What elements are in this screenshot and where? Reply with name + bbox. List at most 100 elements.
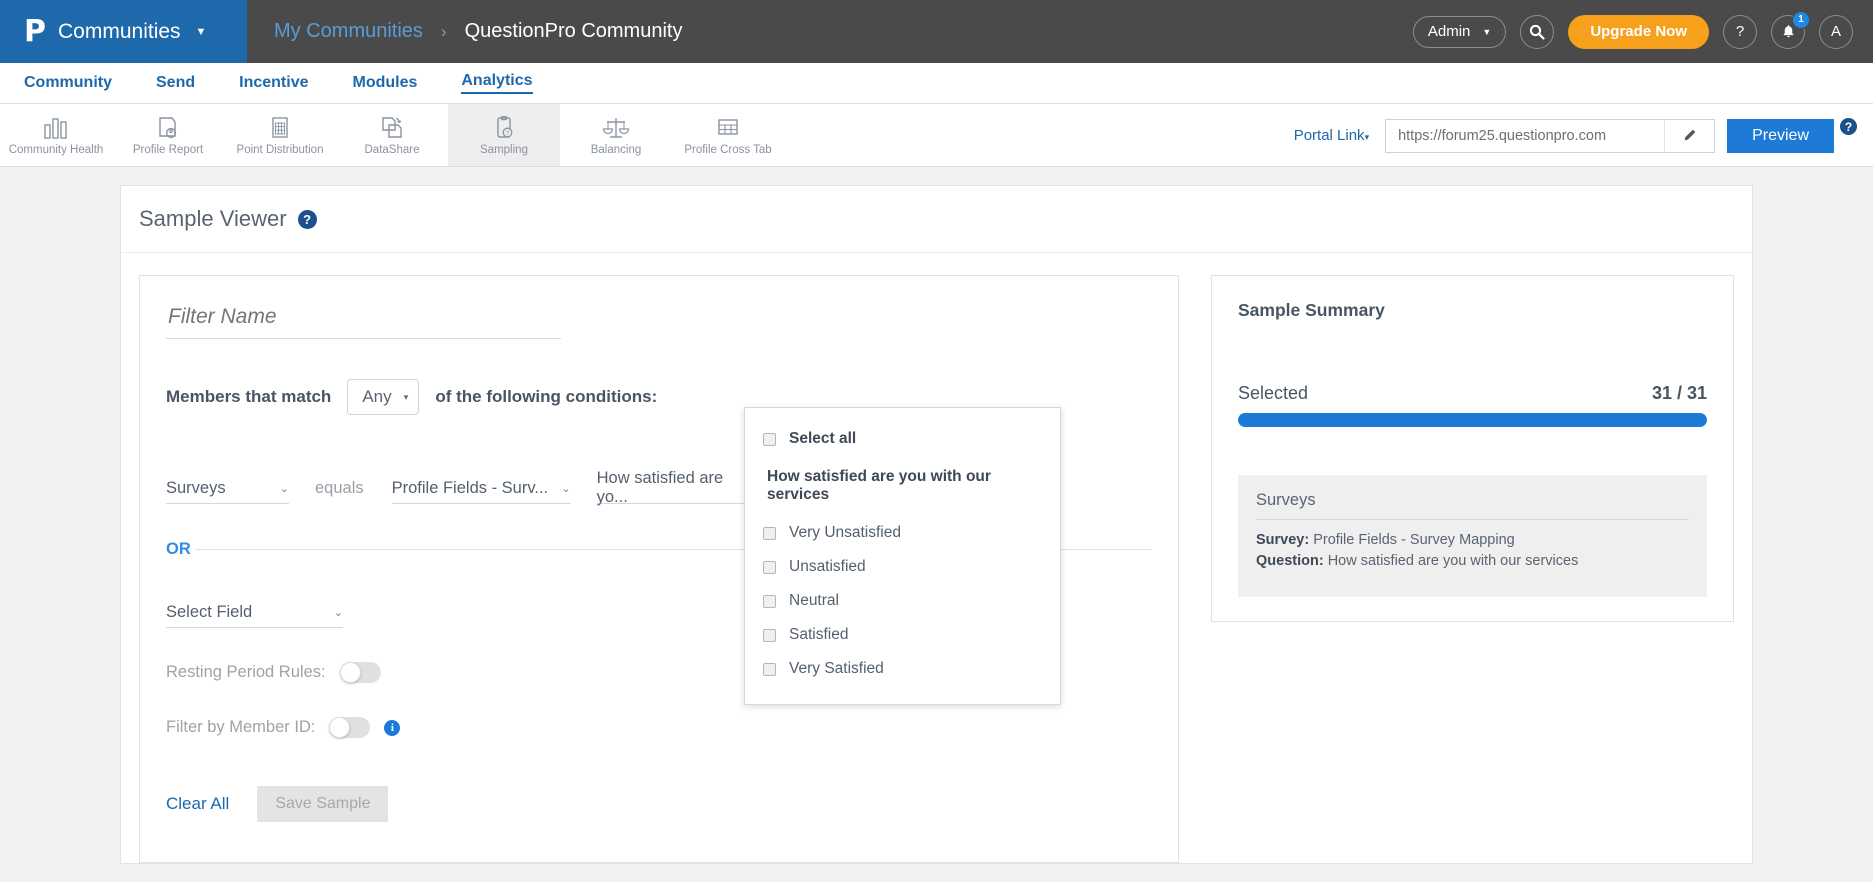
select-all-label: Select all [789,430,857,447]
option-label: Unsatisfied [789,558,866,575]
sample-summary-column: Sample Summary Selected 31 / 31 Surveys … [1211,275,1734,863]
resting-period-toggle[interactable] [339,662,381,683]
checkbox-icon[interactable] [763,594,776,608]
dropdown-select-all[interactable]: Select all [745,422,1060,456]
summary-title: Sample Summary [1238,300,1385,320]
nav-item-analytics[interactable]: Analytics [461,72,533,94]
upgrade-now-button[interactable]: Upgrade Now [1568,14,1709,49]
avatar[interactable]: A [1819,14,1853,49]
clear-all-button[interactable]: Clear All [166,794,229,814]
checkbox-icon[interactable] [763,662,776,676]
chevron-down-icon: ▾ [403,391,409,402]
tool-balancing[interactable]: Balancing [560,104,672,166]
question-detail-label: Question: [1256,552,1324,569]
sample-summary: Sample Summary Selected 31 / 31 Surveys … [1212,276,1733,621]
question-detail-value: How satisfied are you with our services [1327,552,1579,569]
toggle-knob [329,717,351,738]
sample-summary-panel: Sample Summary Selected 31 / 31 Surveys … [1211,275,1734,623]
spreadsheet-icon [272,116,288,138]
notifications-button[interactable]: 1 [1771,10,1810,49]
admin-menu[interactable]: Admin ▼ [1412,15,1507,48]
survey-detail-line: Survey: Profile Fields - Survey Mapping [1256,531,1689,551]
member-id-toggle[interactable] [329,717,371,738]
tool-label: Profile Cross Tab [684,143,772,156]
condition-survey-select[interactable]: Profile Fields - Surv... ⌄ [391,473,571,504]
condition-field-select[interactable]: Surveys ⌄ [166,473,289,504]
analytics-toolbar: Community Health Profile Report Point Di… [0,104,1873,167]
filter-name-input[interactable] [166,304,561,339]
info-icon[interactable]: i [384,719,401,736]
preview-button[interactable]: Preview [1727,118,1834,153]
tool-label: Sampling [480,143,528,156]
portal-url-input[interactable] [1386,119,1665,152]
portal-link-menu[interactable]: Portal Link▾ [1294,127,1369,144]
sample-viewer-header: Sample Viewer ? [121,186,1752,253]
nav-item-incentive[interactable]: Incentive [239,74,308,92]
selected-progress-bar [1238,413,1707,427]
chevron-down-icon: ⌄ [561,482,571,495]
toolbar-help-icon[interactable]: ? [1840,118,1857,135]
match-type-value: Any [362,387,392,406]
nav-item-community[interactable]: Community [24,74,112,92]
progress-fill [1238,413,1707,427]
checkbox-icon[interactable] [763,628,776,642]
condition-question-value: How satisfied are yo... [596,469,724,506]
condition-question-select[interactable]: How satisfied are yo... ⌄ [596,469,769,506]
portal-url-box [1385,118,1716,153]
nav-item-send[interactable]: Send [156,74,195,92]
avatar-initial: A [1830,23,1841,40]
survey-detail-label: Survey: [1256,532,1310,548]
option-label: Satisfied [789,626,849,643]
dropdown-option-satisfied[interactable]: Satisfied [745,618,1060,652]
nav-item-modules[interactable]: Modules [352,74,417,92]
option-label: Very Satisfied [789,660,884,677]
member-id-row: Filter by Member ID: i [166,717,1152,738]
datashare-icon [382,116,402,138]
tool-label: Point Distribution [236,143,324,156]
bar-chart-icon [44,117,67,139]
pencil-icon [1684,129,1696,141]
dropdown-option-unsatisfied[interactable]: Unsatisfied [745,550,1060,584]
filter-actions: Clear All Save Sample [166,786,1152,822]
dropdown-option-neutral[interactable]: Neutral [745,584,1060,618]
breadcrumb-my-communities[interactable]: My Communities [274,20,423,43]
match-type-select[interactable]: Any ▾ [347,379,420,415]
brand-label: Communities [58,19,181,43]
chevron-right-icon: › [440,21,447,41]
dropdown-option-very-unsatisfied[interactable]: Very Unsatisfied [745,516,1060,550]
chevron-down-icon: ▼ [1482,26,1492,37]
tool-profile-cross-tab[interactable]: Profile Cross Tab [672,104,784,166]
checkbox-icon[interactable] [763,560,776,574]
selected-count: 31 / 31 [1651,383,1707,403]
or-label: OR [166,540,191,558]
brand-communities-menu[interactable]: P Communities ▼ [0,0,247,63]
tool-label: Community Health [8,143,104,156]
tool-label: DataShare [364,143,420,156]
condition-field-value: Surveys [166,478,226,497]
page-title: Sample Viewer [139,206,287,231]
admin-label: Admin [1427,23,1471,40]
condition-operator-label: equals [315,479,364,497]
tool-community-health[interactable]: Community Health [0,104,112,166]
edit-url-button[interactable] [1664,119,1714,152]
tool-label: Profile Report [132,143,204,156]
search-button[interactable] [1520,14,1555,49]
tool-point-distribution[interactable]: Point Distribution [224,104,336,166]
tool-datashare[interactable]: DataShare [336,104,448,166]
dropdown-option-very-satisfied[interactable]: Very Satisfied [745,652,1060,686]
resting-period-label: Resting Period Rules: [166,663,326,681]
portal-link-label: Portal Link [1293,127,1365,144]
chevron-down-icon: ⌄ [279,482,289,495]
tool-profile-report[interactable]: Profile Report [112,104,224,166]
help-button[interactable]: ? [1723,14,1757,49]
scales-icon [602,117,630,138]
crosstab-icon [718,118,738,135]
select-field-dropdown[interactable]: Select Field ⌄ [166,597,343,628]
sample-viewer-help-icon[interactable]: ? [297,209,317,229]
tool-sampling[interactable]: ? Sampling [448,104,560,166]
chevron-down-icon: ⌄ [333,606,343,619]
checkbox-icon[interactable] [763,432,776,446]
save-sample-button[interactable]: Save Sample [257,786,389,822]
checkbox-icon[interactable] [763,526,776,540]
notification-badge: 1 [1792,10,1810,29]
